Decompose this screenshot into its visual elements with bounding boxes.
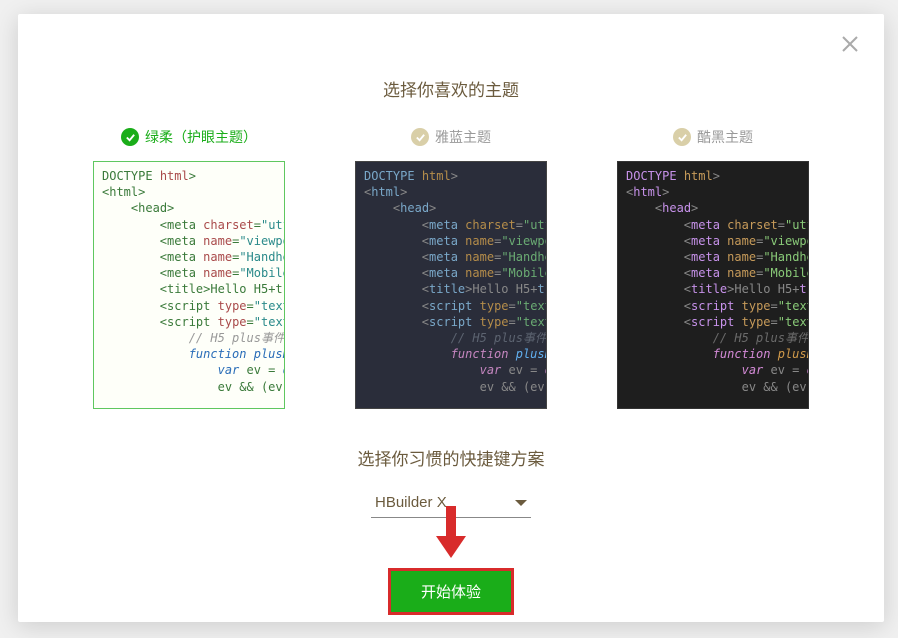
theme-option-2[interactable]: 酷黑主题 DOCTYPE html> <html> <head> <meta ch… [602, 127, 824, 409]
check-icon [673, 128, 691, 146]
start-button[interactable]: 开始体验 [388, 568, 514, 615]
theme-option-1[interactable]: 雅蓝主题 DOCTYPE html> <html> <head> <meta ch… [340, 127, 562, 409]
themes-row: 绿柔（护眼主题） DOCTYPE html> <html> <head> <met… [66, 127, 836, 409]
theme-label-text: 酷黑主题 [697, 127, 753, 147]
keymap-title: 选择你习惯的快捷键方案 [66, 445, 836, 470]
close-button[interactable] [836, 30, 864, 58]
theme-label[interactable]: 绿柔（护眼主题） [121, 127, 257, 147]
check-icon [121, 128, 139, 146]
theme-preview-black: DOCTYPE html> <html> <head> <meta charse… [617, 161, 809, 409]
theme-label[interactable]: 酷黑主题 [673, 127, 753, 147]
theme-option-0[interactable]: 绿柔（护眼主题） DOCTYPE html> <html> <head> <met… [78, 127, 300, 409]
keymap-select-value: HBuilder X [375, 494, 447, 511]
keymap-select[interactable]: HBuilder X [371, 488, 531, 518]
chevron-down-icon [515, 500, 527, 506]
dialog-title: 选择你喜欢的主题 [66, 76, 836, 101]
close-icon [841, 35, 859, 53]
theme-label[interactable]: 雅蓝主题 [411, 127, 491, 147]
theme-setup-dialog: 选择你喜欢的主题 绿柔（护眼主题） DOCTYPE html> <html> <h… [18, 14, 884, 622]
theme-label-text: 绿柔（护眼主题） [145, 127, 257, 147]
theme-preview-green: DOCTYPE html> <html> <head> <meta charse… [93, 161, 285, 409]
check-icon [411, 128, 429, 146]
theme-preview-blue: DOCTYPE html> <html> <head> <meta charse… [355, 161, 547, 409]
theme-label-text: 雅蓝主题 [435, 127, 491, 147]
